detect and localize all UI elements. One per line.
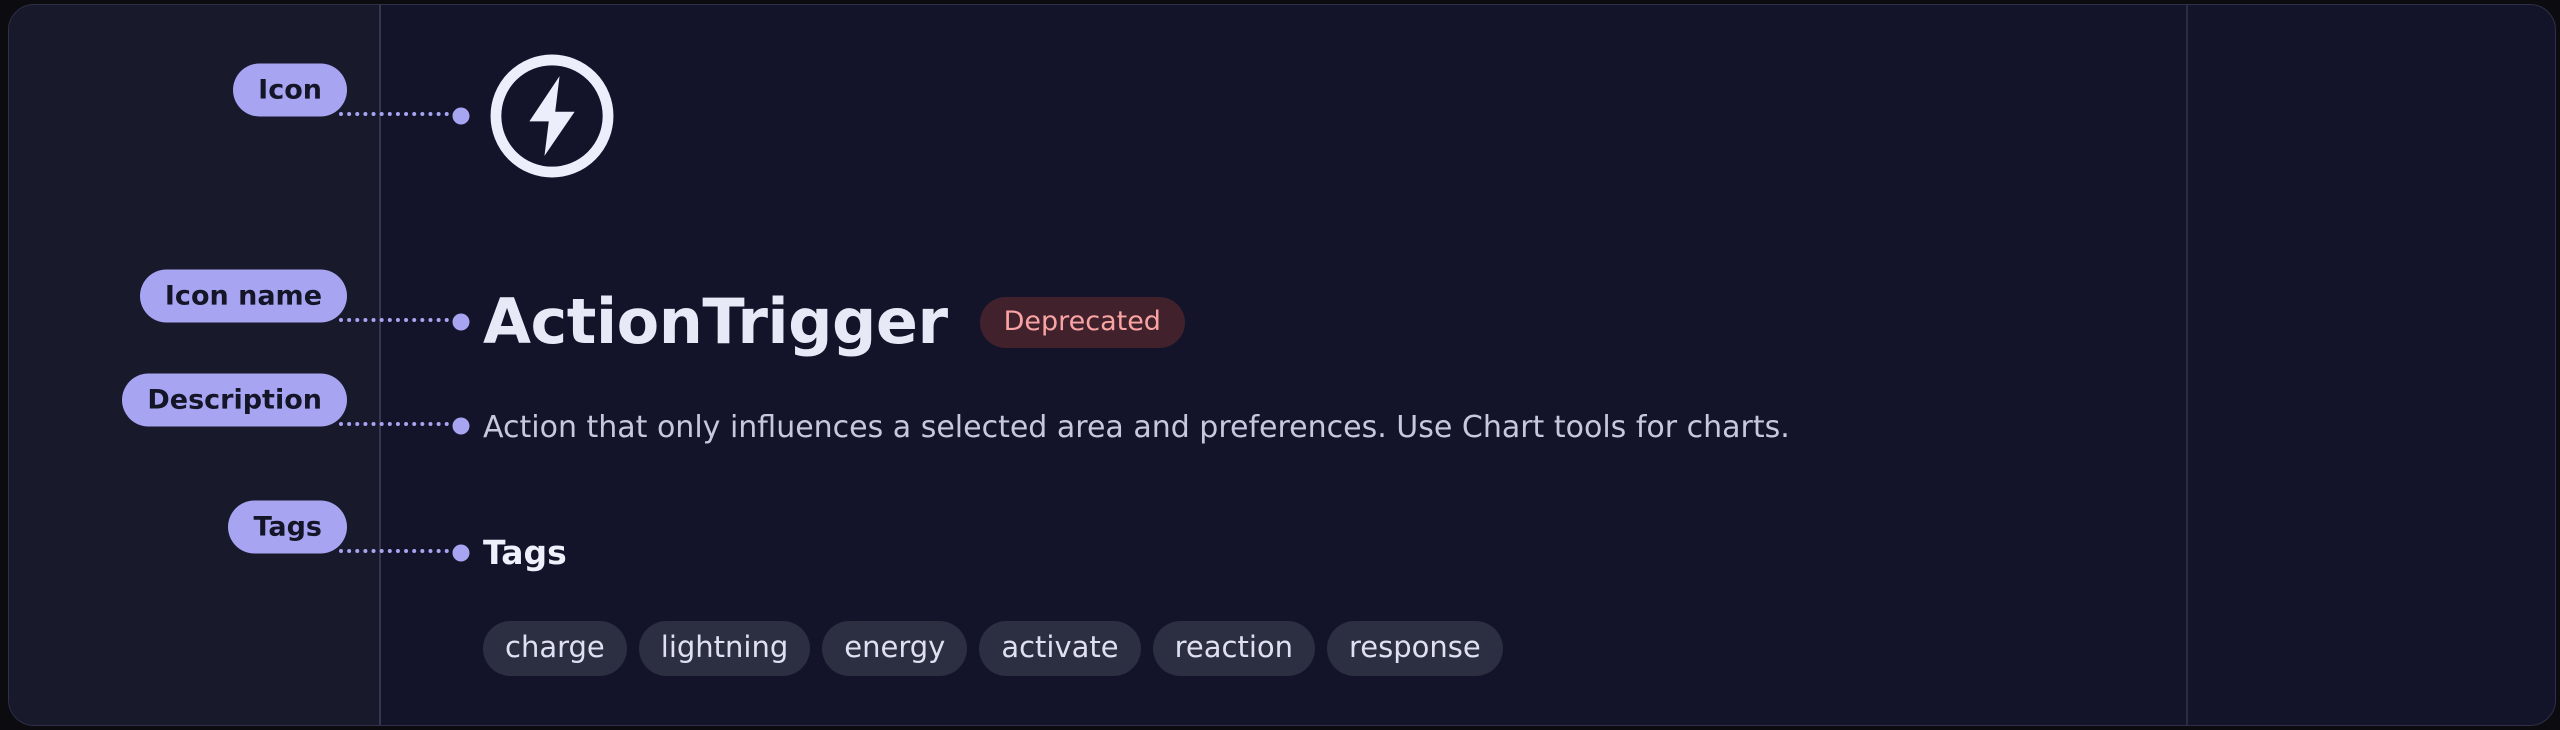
- tag-chip[interactable]: lightning: [638, 621, 811, 676]
- annotation-leader-line-icon-name: [339, 318, 457, 322]
- annotation-leader-line-description: [339, 422, 457, 426]
- screenshot-root: Icon Icon name Description Tags ActionTr…: [0, 0, 2560, 730]
- lightning-bolt-circle-icon: [483, 47, 621, 185]
- icon-detail-card: Icon Icon name Description Tags ActionTr…: [8, 4, 2556, 726]
- annotation-label-icon-name: Icon name: [139, 269, 347, 322]
- icon-name-title: ActionTrigger: [483, 285, 948, 358]
- tag-chip[interactable]: activate: [979, 621, 1141, 676]
- tag-chip[interactable]: energy: [822, 621, 968, 676]
- annotation-endpoint-description: [452, 417, 470, 435]
- right-column-divider: [2186, 5, 2188, 725]
- status-badge-deprecated: Deprecated: [979, 296, 1185, 348]
- annotation-endpoint-icon-name: [452, 313, 470, 331]
- icon-title-row: ActionTrigger Deprecated: [483, 291, 1185, 353]
- annotation-label-tags: Tags: [228, 500, 347, 553]
- icon-description: Action that only influences a selected a…: [483, 410, 1790, 445]
- annotation-label-description: Description: [122, 373, 347, 426]
- annotation-endpoint-tags: [452, 544, 470, 562]
- icon-detail-content: ActionTrigger Deprecated Action that onl…: [483, 5, 2183, 725]
- tag-chip[interactable]: reaction: [1152, 621, 1316, 676]
- tag-list: charge lightning energy activate reactio…: [483, 621, 1503, 676]
- annotation-label-icon: Icon: [233, 63, 347, 116]
- annotation-endpoint-icon: [452, 107, 470, 125]
- tags-section-heading: Tags: [483, 533, 567, 572]
- tag-chip[interactable]: response: [1327, 621, 1503, 676]
- annotation-leader-line-tags: [339, 549, 457, 553]
- tag-chip[interactable]: charge: [483, 621, 627, 676]
- annotation-leader-line-icon: [339, 112, 457, 116]
